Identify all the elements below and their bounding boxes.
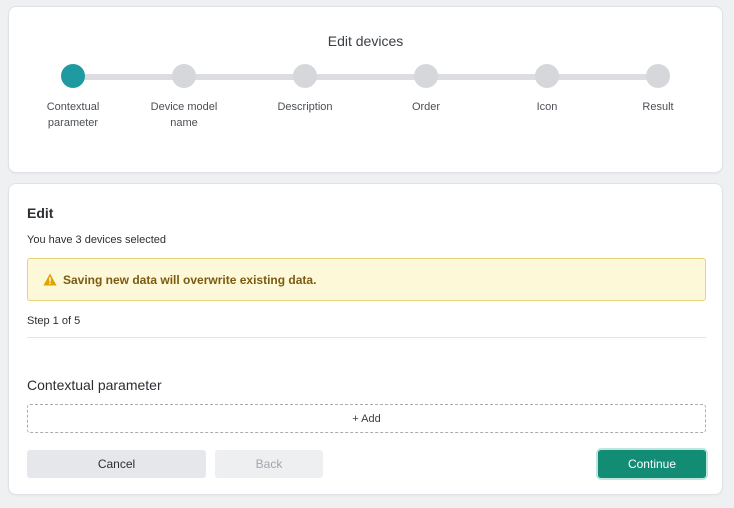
back-button[interactable]: Back [215,450,323,478]
warning-text: Saving new data will overwrite existing … [63,272,317,287]
selected-devices-text: You have 3 devices selected [27,234,167,246]
edit-heading: Edit [27,205,54,221]
stepper-card: Edit devices Contextual parameter Device… [8,6,723,173]
divider [27,337,706,338]
step-dot [535,64,559,88]
step-order[interactable]: Order [366,64,486,115]
edit-card: Edit You have 3 devices selected Saving … [8,183,723,495]
continue-button[interactable]: Continue [598,450,706,478]
step-dot [172,64,196,88]
step-result[interactable]: Result [598,64,718,115]
step-dot [414,64,438,88]
warning-icon [43,273,57,286]
step-device-model-name[interactable]: Device model name [124,64,244,131]
step-label: Contextual parameter [46,101,100,129]
step-label: Result [642,101,674,113]
stepper-title: Edit devices [327,33,404,49]
section-title: Contextual parameter [27,377,162,393]
step-label: Icon [536,101,558,113]
step-dot [293,64,317,88]
step-dot [646,64,670,88]
step-dot-active [61,64,85,88]
step-label: Device model name [150,101,218,129]
add-button[interactable]: + Add [27,404,706,433]
step-label: Order [411,101,441,113]
step-contextual-parameter[interactable]: Contextual parameter [13,64,133,131]
step-description[interactable]: Description [245,64,365,115]
cancel-button[interactable]: Cancel [27,450,206,478]
step-count: Step 1 of 5 [27,315,81,327]
warning-banner: Saving new data will overwrite existing … [27,258,706,301]
step-icon[interactable]: Icon [487,64,607,115]
step-label: Description [277,101,333,113]
